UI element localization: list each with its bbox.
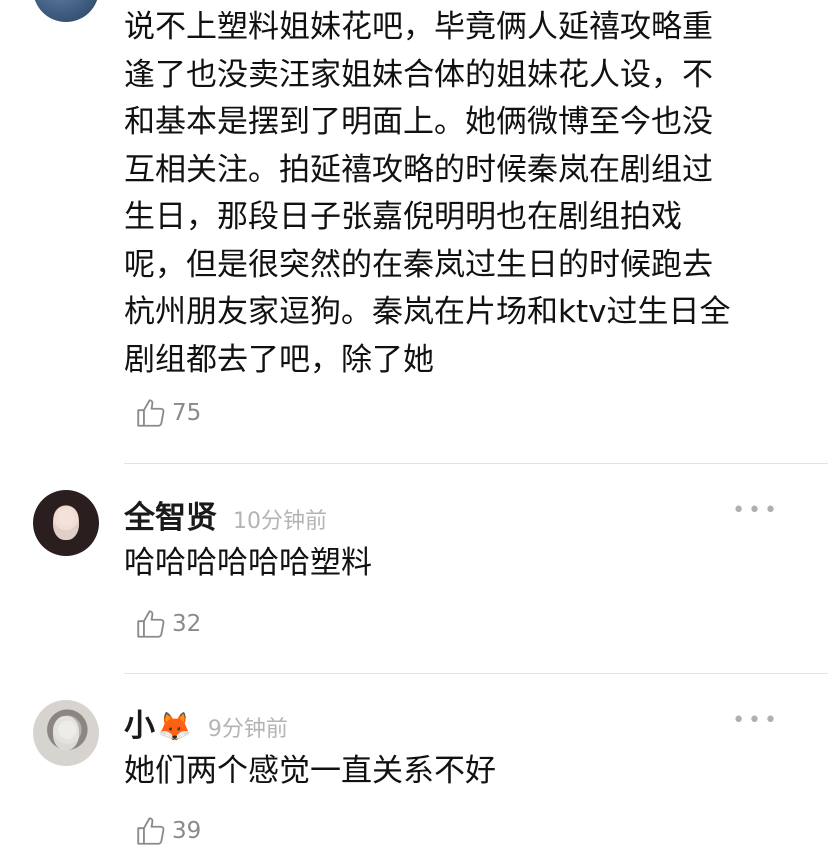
username[interactable]: 小: [124, 700, 155, 745]
more-dots-icon[interactable]: •••: [732, 498, 780, 523]
comment-text: 哈哈哈哈哈哈塑料: [124, 545, 372, 581]
comment-text-line: 呢，但是很突然的在秦岚过生日的时候跑去: [124, 246, 713, 283]
comment-text-line: 说不上塑料姐妹花吧，毕竟俩人延禧攻略重: [124, 9, 713, 45]
thumbs-up-outline-icon: [137, 399, 165, 427]
avatar-face: [53, 716, 79, 750]
like-count: 32: [172, 611, 202, 637]
like-button[interactable]: 75: [134, 396, 201, 430]
comment-text-line: 剧组都去了吧，除了她: [124, 341, 434, 378]
avatar[interactable]: [33, 0, 99, 22]
comment-item: 说不上塑料姐妹花吧，毕竟俩人延禧攻略重 逢了也没卖汪家姐妹合体的姐妹花人设，不 …: [0, 0, 828, 460]
like-count: 39: [172, 818, 202, 844]
comment-text: 说不上塑料姐妹花吧，毕竟俩人延禧攻略重 逢了也没卖汪家姐妹合体的姐妹花人设，不 …: [124, 4, 784, 384]
comment-text-line: 生日，那段日子张嘉倪明明也在剧组拍戏: [124, 199, 682, 235]
avatar-face: [53, 506, 79, 540]
avatar[interactable]: [33, 700, 99, 766]
fox-emoji-icon: 🦊: [157, 710, 192, 743]
comment-text-line: 逢了也没卖汪家姐妹合体的姐妹花人设，不: [124, 56, 713, 93]
timestamp: 9分钟前: [207, 717, 288, 742]
comment-item: 全智贤 10分钟前 ••• 哈哈哈哈哈哈塑料 32: [0, 464, 828, 672]
thumbs-up-outline-icon: [137, 817, 165, 845]
username[interactable]: 全智贤: [124, 492, 217, 537]
timestamp: 10分钟前: [233, 509, 327, 534]
comment-text-line: 互相关注。拍延禧攻略的时候秦岚在剧组过: [124, 151, 713, 188]
comment-header: 小 🦊 9分钟前: [124, 700, 288, 744]
more-dots-icon[interactable]: •••: [732, 708, 780, 733]
comment-text: 她们两个感觉一直关系不好: [124, 753, 496, 789]
thumbs-up-outline-icon: [137, 610, 165, 638]
comment-item: 小 🦊 9分钟前 ••• 她们两个感觉一直关系不好 39: [0, 674, 828, 845]
comment-text-line: 杭州朋友家逗狗。秦岚在片场和ktv过生日全: [124, 294, 731, 330]
like-button[interactable]: 32: [134, 607, 201, 641]
comment-text-line: 和基本是摆到了明面上。她俩微博至今也没: [124, 104, 713, 140]
like-count: 75: [172, 400, 202, 426]
comment-header: 全智贤 10分钟前: [124, 492, 327, 536]
like-button[interactable]: 39: [134, 814, 201, 848]
avatar[interactable]: [33, 490, 99, 556]
